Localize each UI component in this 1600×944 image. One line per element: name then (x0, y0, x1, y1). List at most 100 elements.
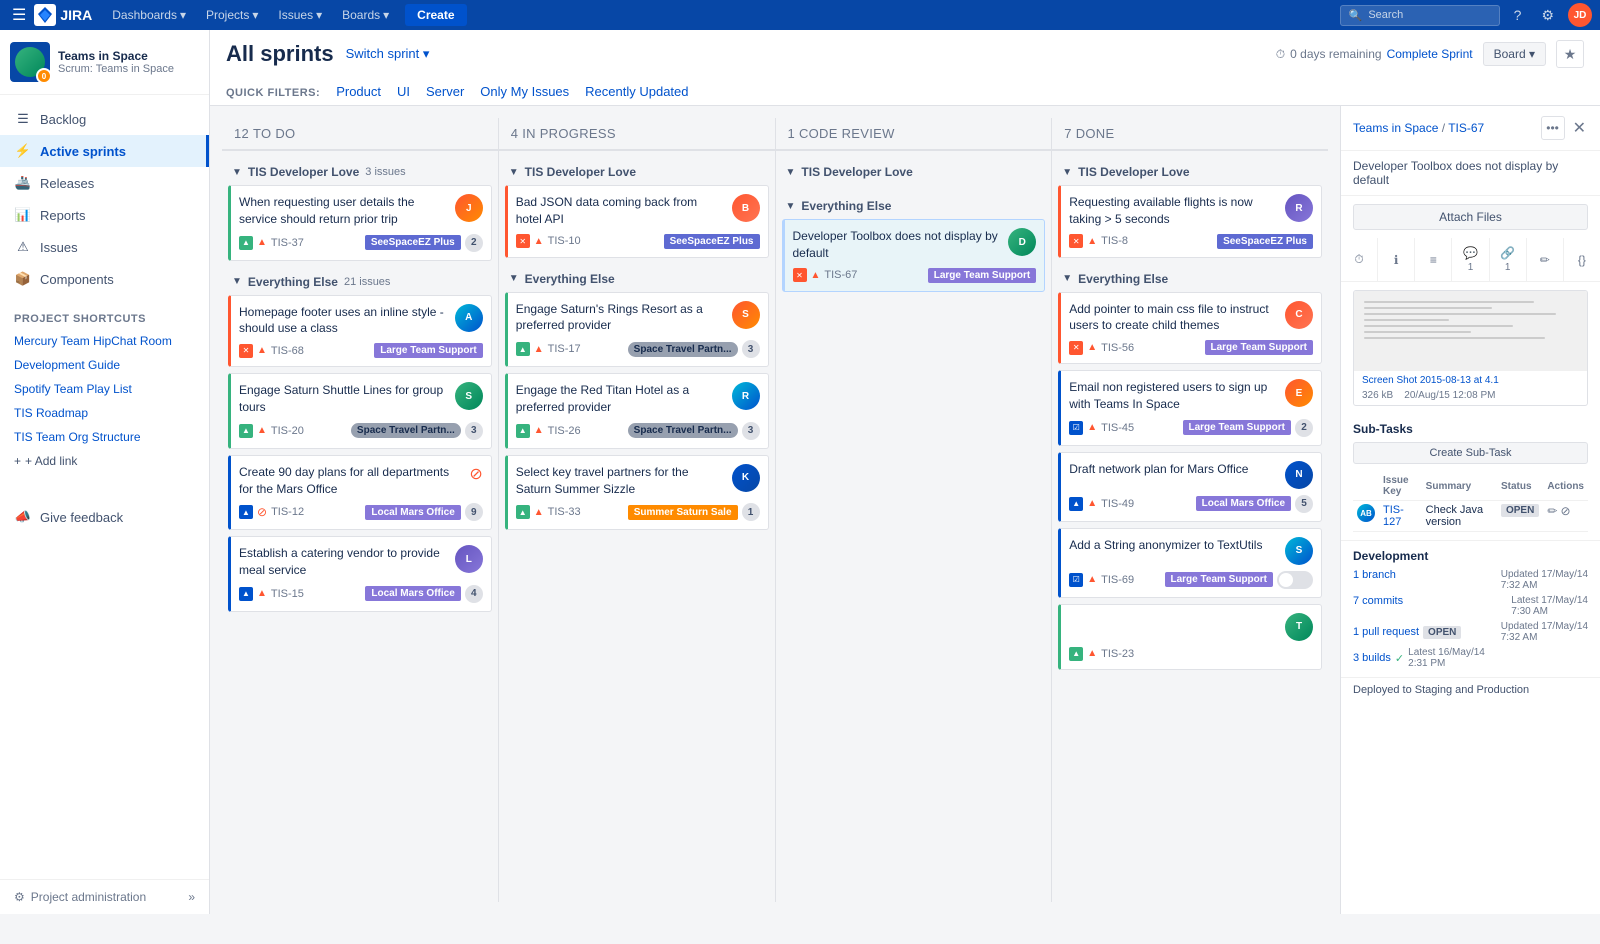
filter-server[interactable]: Server (426, 80, 464, 105)
settings-button[interactable]: ⚙ (1535, 5, 1560, 26)
screenshot-name[interactable]: Screen Shot 2015-08-13 at 4.1 (1354, 371, 1587, 390)
issue-card[interactable]: Homepage footer uses an inline style - s… (228, 295, 492, 368)
card-key: TIS-23 (1101, 648, 1134, 660)
complete-sprint-btn[interactable]: Complete Sprint (1387, 47, 1473, 61)
sprint-group-header[interactable]: ▼ TIS Developer Love (505, 159, 769, 185)
sprint-group-header[interactable]: ▼ TIS Developer Love 3 issues (228, 159, 492, 185)
filter-ui[interactable]: UI (397, 80, 410, 105)
detail-comment-btn[interactable]: 💬1 (1452, 238, 1489, 281)
user-avatar[interactable]: JD (1568, 3, 1592, 27)
issue-card[interactable]: Email non registered users to sign up wi… (1058, 370, 1322, 446)
card-bottom: ▲ ▲ TIS-20 Space Travel Partn... 3 (239, 422, 483, 440)
blocked-icon: ⊘ (469, 464, 482, 484)
issue-card[interactable]: Engage the Red Titan Hotel as a preferre… (505, 373, 769, 449)
sidebar-item-components[interactable]: 📦 Components (0, 263, 209, 295)
issues-menu[interactable]: Issues ▾ (270, 4, 330, 26)
sidebar-item-active-sprints[interactable]: ⚡ Active sprints (0, 135, 209, 167)
subtask-key[interactable]: TIS-127 (1383, 504, 1404, 528)
card-actions: Local Mars Office 4 (365, 585, 482, 603)
detail-edit-btn[interactable]: ✏ (1527, 238, 1564, 281)
sprint-group-header[interactable]: ▼ Everything Else (505, 266, 769, 292)
menu-icon[interactable]: ☰ (8, 1, 30, 29)
quick-filters: QUICK FILTERS: Product UI Server Only My… (226, 76, 1584, 105)
shortcut-mercury[interactable]: Mercury Team HipChat Room (0, 329, 209, 353)
detail-info-btn[interactable]: ℹ (1378, 238, 1415, 281)
issue-card[interactable]: Requesting available flights is now taki… (1058, 185, 1322, 258)
breadcrumb-issue[interactable]: TIS-67 (1448, 121, 1484, 135)
project-admin-btn[interactable]: ⚙ Project administration » (0, 879, 209, 914)
boards-menu[interactable]: Boards ▾ (334, 4, 397, 26)
group-name: Everything Else (525, 272, 615, 286)
card-issue-type: ▲ (239, 587, 253, 601)
breadcrumb-project[interactable]: Teams in Space (1353, 121, 1438, 135)
sprint-group-header[interactable]: ▼ TIS Developer Love (1058, 159, 1322, 185)
column-content-codereview: ▼ TIS Developer Love ▼ Everything Else De… (776, 155, 1052, 902)
issue-card[interactable]: Create 90 day plans for all departments … (228, 455, 492, 531)
create-button[interactable]: Create (405, 4, 466, 26)
sidebar-item-backlog[interactable]: ☰ Backlog (0, 103, 209, 135)
dashboards-menu[interactable]: Dashboards ▾ (104, 4, 194, 26)
filter-product[interactable]: Product (336, 80, 381, 105)
issue-card[interactable]: When requesting user details the service… (228, 185, 492, 261)
card-summary: Email non registered users to sign up wi… (1069, 379, 1279, 413)
projects-menu[interactable]: Projects ▾ (198, 4, 266, 26)
detail-more-btn[interactable]: ••• (1541, 116, 1565, 140)
detail-code-btn[interactable]: {} (1564, 238, 1600, 281)
gear-icon: ⚙ (14, 890, 25, 904)
subtask-delete-btn[interactable]: ⊘ (1560, 504, 1570, 518)
card-label: Large Team Support (1183, 420, 1292, 435)
shortcut-spotify[interactable]: Spotify Team Play List (0, 377, 209, 401)
detail-close-btn[interactable]: ✕ (1571, 116, 1588, 140)
detail-list-btn[interactable]: ≡ (1415, 238, 1452, 281)
issue-card[interactable]: Developer Toolbox does not display by de… (782, 219, 1046, 292)
card-key: TIS-17 (548, 343, 581, 355)
add-icon: + (14, 454, 21, 468)
attach-files-btn[interactable]: Attach Files (1353, 204, 1588, 230)
issue-card[interactable]: Establish a catering vendor to provide m… (228, 536, 492, 612)
search-box[interactable]: 🔍 Search (1340, 5, 1500, 26)
card-toggle[interactable] (1277, 571, 1313, 589)
feedback-btn[interactable]: 📣 Give feedback (0, 501, 209, 533)
issue-card[interactable]: Engage Saturn Shuttle Lines for group to… (228, 373, 492, 449)
issue-card[interactable]: Bad JSON data coming back from hotel API… (505, 185, 769, 258)
builds-link[interactable]: 3 builds (1353, 652, 1391, 664)
col-actions: Actions (1543, 472, 1588, 501)
create-subtask-btn[interactable]: Create Sub-Task (1353, 442, 1588, 464)
help-button[interactable]: ? (1508, 5, 1528, 25)
detail-link-btn[interactable]: 🔗1 (1490, 238, 1527, 281)
card-issue-type: ▲ (1069, 647, 1083, 661)
sprint-group-header[interactable]: ▼ Everything Else 21 issues (228, 269, 492, 295)
issue-card[interactable]: T ▲ ▲ TIS-23 (1058, 604, 1322, 670)
add-link-btn[interactable]: + + Add link (0, 449, 209, 473)
commits-meta: Latest 17/May/14 7:30 AM (1511, 595, 1588, 617)
detail-clock-btn[interactable]: ⏱ (1341, 238, 1378, 281)
filter-recently-updated[interactable]: Recently Updated (585, 80, 688, 105)
issue-card[interactable]: Select key travel partners for the Satur… (505, 455, 769, 531)
switch-sprint-btn[interactable]: Switch sprint ▾ (346, 46, 430, 62)
card-key: TIS-8 (1101, 235, 1128, 247)
issue-card[interactable]: Draft network plan for Mars Office N ▲ ▲… (1058, 452, 1322, 522)
sprint-group-header[interactable]: ▼ Everything Else (1058, 266, 1322, 292)
sidebar-item-reports[interactable]: 📊 Reports (0, 199, 209, 231)
subtask-edit-btn[interactable]: ✏ (1547, 504, 1557, 518)
branch-link[interactable]: 1 branch (1353, 569, 1396, 591)
board-view-btn[interactable]: Board ▾ (1483, 42, 1546, 66)
issue-card[interactable]: Add pointer to main css file to instruct… (1058, 292, 1322, 365)
days-remaining-text: 0 days remaining (1290, 47, 1381, 61)
filter-only-my-issues[interactable]: Only My Issues (480, 80, 569, 105)
sprint-group-header[interactable]: ▼ TIS Developer Love (782, 159, 1046, 185)
shortcut-devguide[interactable]: Development Guide (0, 353, 209, 377)
issue-card[interactable]: Engage Saturn's Rings Resort as a prefer… (505, 292, 769, 368)
pull-request-link[interactable]: 1 pull request (1353, 626, 1419, 638)
sidebar-item-issues[interactable]: ⚠ Issues (0, 231, 209, 263)
issue-card[interactable]: Add a String anonymizer to TextUtils S ☑… (1058, 528, 1322, 598)
card-avatar: J (455, 194, 483, 222)
sidebar-item-releases[interactable]: 🚢 Releases (0, 167, 209, 199)
board-star-btn[interactable]: ★ (1556, 40, 1584, 68)
shortcut-org-structure[interactable]: TIS Team Org Structure (0, 425, 209, 449)
commits-link[interactable]: 7 commits (1353, 595, 1403, 617)
shortcut-roadmap[interactable]: TIS Roadmap (0, 401, 209, 425)
card-actions: Space Travel Partn... 3 (628, 422, 760, 440)
card-issue-type: ✕ (793, 268, 807, 282)
sprint-group-header[interactable]: ▼ Everything Else (782, 193, 1046, 219)
